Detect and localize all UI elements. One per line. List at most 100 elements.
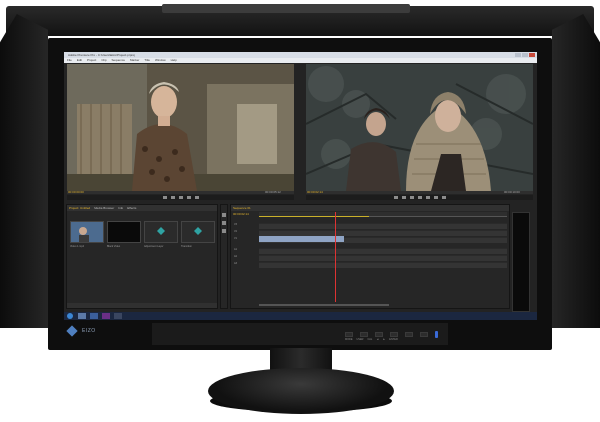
menu-marker[interactable]: Marker [130, 58, 139, 63]
video-clip[interactable] [259, 236, 344, 242]
bezel-buttons [345, 332, 428, 337]
lift-icon[interactable] [425, 196, 430, 199]
bezel-label: CAL [367, 338, 373, 341]
audio-track-1[interactable] [259, 248, 507, 254]
menu-sequence[interactable]: Sequence [112, 58, 126, 63]
razor-tool-icon[interactable] [222, 221, 226, 225]
menu-clip[interactable]: Clip [101, 58, 106, 63]
source-transport-controls [67, 195, 294, 200]
window-title: Adobe Premiere Pro - C:\Users\Eizo\Proje… [68, 53, 135, 57]
step-back-icon[interactable] [170, 196, 175, 199]
menu-edit[interactable]: Edit [77, 58, 82, 63]
timeline-scrollbar[interactable] [259, 304, 389, 306]
playhead[interactable] [335, 212, 336, 302]
timeline-timecode[interactable]: 00:00:02:14 [233, 212, 249, 216]
source-monitor-toolbar: 00:00:00:00 00:00:05:12 [67, 190, 294, 194]
menu-window[interactable]: Window [155, 58, 166, 63]
power-button[interactable] [435, 331, 438, 338]
tab-info[interactable]: Info [118, 205, 123, 211]
source-monitor-viewer[interactable] [67, 64, 294, 191]
program-frame-image [306, 64, 533, 191]
tab-media-browser[interactable]: Media Browser [94, 205, 114, 211]
brand-name: EIZO [82, 328, 96, 334]
mark-in-icon[interactable] [393, 196, 398, 199]
project-item-thumbnail[interactable] [181, 221, 215, 243]
monitor-hood-right [552, 14, 600, 328]
menu-file[interactable]: File [67, 58, 72, 63]
bezel-cal-button[interactable] [375, 332, 383, 337]
timeline-tabs: Sequence 01 [231, 205, 509, 211]
minimize-button[interactable] [515, 53, 521, 57]
tab-effects[interactable]: Effects [127, 205, 136, 211]
insert-icon[interactable] [194, 196, 199, 199]
extract-icon[interactable] [433, 196, 438, 199]
taskbar [64, 312, 537, 320]
start-button[interactable] [67, 313, 73, 319]
explorer-icon[interactable] [78, 313, 86, 319]
play-icon[interactable] [409, 196, 414, 199]
video-track-3[interactable] [259, 223, 507, 229]
program-monitor-toolbar: 00:00:02:14 00:00:10:00 [306, 190, 533, 194]
project-item-label: Adjustment Layer [144, 245, 164, 248]
program-monitor-viewer[interactable] [306, 64, 533, 191]
step-forward-icon[interactable] [186, 196, 191, 199]
bezel-enter-button[interactable] [420, 332, 428, 337]
hood-calibration-slot [162, 4, 410, 13]
monitor-hood-left [0, 14, 48, 328]
clip-preview-image [71, 222, 103, 242]
program-timecode-duration: 00:00:10:00 [504, 190, 520, 194]
bezel-button-labels: MODE USER CAL ◄ ► ENTER [345, 338, 398, 341]
screen: Adobe Premiere Pro - C:\Users\Eizo\Proje… [64, 52, 537, 320]
bezel-label: USER [356, 338, 364, 341]
premiere-icon[interactable] [102, 313, 110, 319]
tools-panel [220, 204, 228, 309]
bezel-right-button[interactable] [405, 332, 413, 337]
audio-meter [512, 212, 530, 312]
menu-bar: File Edit Project Clip Sequence Marker T… [64, 58, 537, 63]
source-timecode-current[interactable]: 00:00:00:00 [68, 190, 84, 194]
browser-icon[interactable] [90, 313, 98, 319]
play-icon[interactable] [178, 196, 183, 199]
tab-sequence[interactable]: Sequence 01 [233, 205, 251, 211]
bezel-label: ◄ [376, 338, 379, 341]
program-transport-controls [306, 195, 533, 200]
work-area-bar[interactable] [259, 216, 369, 217]
hand-tool-icon[interactable] [222, 229, 226, 233]
export-frame-icon[interactable] [441, 196, 446, 199]
menu-project[interactable]: Project [87, 58, 96, 63]
audio-track-2[interactable] [259, 255, 507, 261]
project-item-thumbnail[interactable] [144, 221, 178, 243]
step-forward-icon[interactable] [417, 196, 422, 199]
source-timecode-duration: 00:00:05:12 [265, 190, 281, 194]
project-panel-tabs: Project: Untitled Media Browser Info Eff… [67, 205, 217, 211]
menu-title[interactable]: Title [144, 58, 150, 63]
mark-in-icon[interactable] [162, 196, 167, 199]
bezel-mode-button[interactable] [345, 332, 353, 337]
bezel-label: ENTER [389, 338, 398, 341]
program-timecode-current[interactable]: 00:00:02:14 [307, 190, 323, 194]
bezel-left-button[interactable] [390, 332, 398, 337]
bezel-label: MODE [345, 338, 353, 341]
audio-track-3[interactable] [259, 262, 507, 268]
project-item-label: Black Video [107, 245, 121, 248]
project-item-thumbnail[interactable] [107, 221, 141, 243]
maximize-button[interactable] [522, 53, 528, 57]
close-button[interactable] [529, 53, 535, 57]
stand-base [208, 368, 394, 414]
project-panel-footer [67, 303, 217, 308]
menu-help[interactable]: Help [171, 58, 177, 63]
tab-project[interactable]: Project: Untitled [69, 205, 90, 211]
selection-tool-icon[interactable] [222, 213, 226, 217]
project-panel: Project: Untitled Media Browser Info Eff… [66, 204, 218, 309]
step-back-icon[interactable] [401, 196, 406, 199]
window-controls [515, 53, 535, 57]
bezel-user-button[interactable] [360, 332, 368, 337]
bezel-label: ► [382, 338, 386, 341]
audio-meter-scale [530, 212, 536, 310]
timeline-panel: Sequence 01 00:00:02:14 V3 V2 V1 A1 A2 A… [230, 204, 510, 309]
project-item-label: Transition [181, 245, 192, 248]
effect-icon [157, 227, 165, 235]
project-item-label: Video 1.mp4 [70, 245, 84, 248]
project-item-thumbnail[interactable] [70, 221, 104, 243]
taskbar-app-icon[interactable] [114, 313, 122, 319]
